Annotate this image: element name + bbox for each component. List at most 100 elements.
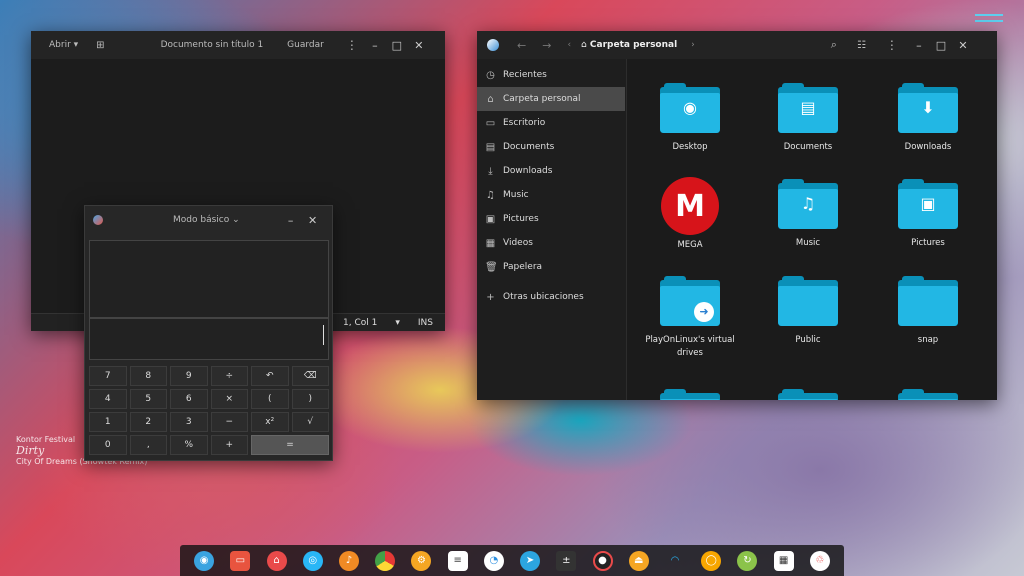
calculator-icon[interactable]: ± <box>556 550 577 571</box>
calculator-window: Modo básico ⌄ – ✕ 7 8 9 ÷ ↶ ⌫ 4 5 6 × ( … <box>84 205 333 461</box>
breadcrumb-right-icon[interactable]: › <box>691 40 695 50</box>
folder-item-desktop[interactable]: ◉ Desktop <box>635 83 745 154</box>
key-1[interactable]: 1 <box>89 412 127 432</box>
key-5[interactable]: 5 <box>129 389 167 409</box>
folder-item-partial[interactable] <box>753 389 863 400</box>
close-icon[interactable]: ✕ <box>952 39 974 52</box>
view-options-icon[interactable]: ☷ <box>857 40 866 51</box>
key-7[interactable]: 7 <box>89 366 127 386</box>
sidebar-item-home[interactable]: ⌂ Carpeta personal <box>477 87 625 111</box>
sidebar-item-documents[interactable]: ▤ Documents <box>477 135 626 159</box>
sidebar-item-papelera[interactable]: 🗑 Papelera <box>477 255 626 279</box>
browser-icon[interactable]: ◯ <box>701 550 722 571</box>
folder-item-partial[interactable] <box>635 389 745 400</box>
calendar-icon[interactable]: ▦ <box>773 550 794 571</box>
key-plus[interactable]: + <box>210 435 248 455</box>
cursor-position[interactable]: 1, Col 1 <box>343 318 377 328</box>
key-close-paren[interactable]: ) <box>291 389 329 409</box>
files-titlebar: ← → ‹ ⌂ Carpeta personal › ⌕ ☷ ⋮ – □ ✕ <box>477 31 997 59</box>
key-equals[interactable]: = <box>251 435 329 455</box>
folder-item-snap[interactable]: snap <box>873 276 983 347</box>
key-percent[interactable]: % <box>170 435 208 455</box>
open-button[interactable]: Abrir ▾ <box>49 40 78 50</box>
breadcrumb-left-icon[interactable]: ‹ <box>567 40 571 50</box>
key-sqrt[interactable]: √ <box>291 412 329 432</box>
music-icon: ♫ <box>486 189 495 201</box>
key-minus[interactable]: − <box>210 412 248 432</box>
software-center-icon[interactable]: ⚙ <box>411 550 432 571</box>
chrome-icon[interactable] <box>375 550 396 571</box>
chevron-down-icon[interactable]: ▾ <box>395 318 400 328</box>
key-4[interactable]: 4 <box>89 389 127 409</box>
telegram-icon[interactable]: ➤ <box>520 550 541 571</box>
editor-titlebar: Abrir ▾ ⊞ Documento sin título 1 Guardar… <box>31 31 445 59</box>
app-store-icon[interactable]: ⌂ <box>266 550 287 571</box>
insert-mode[interactable]: INS <box>418 318 433 328</box>
sidebar-item-escritorio[interactable]: ▭ Escritorio <box>477 111 626 135</box>
plus-icon: + <box>486 291 495 303</box>
folder-item-documents[interactable]: ▤ Documents <box>753 83 863 154</box>
new-document-icon[interactable]: ⊞ <box>96 40 104 51</box>
close-icon[interactable]: ✕ <box>302 214 324 227</box>
sidebar-item-music[interactable]: ♫ Music <box>477 183 626 207</box>
key-square[interactable]: x² <box>251 412 289 432</box>
folder-item-mega[interactable]: M MEGA <box>635 177 745 252</box>
save-button[interactable]: Guardar <box>287 40 324 50</box>
key-3[interactable]: 3 <box>170 412 208 432</box>
sidebar-item-pictures[interactable]: ▣ Pictures <box>477 207 626 231</box>
close-icon[interactable]: ✕ <box>408 39 430 52</box>
mode-selector[interactable]: Modo básico ⌄ <box>173 215 240 225</box>
update-icon[interactable]: ↻ <box>737 550 758 571</box>
key-2[interactable]: 2 <box>129 412 167 432</box>
minimize-icon[interactable]: – <box>280 214 302 227</box>
minimize-icon[interactable]: – <box>908 39 930 52</box>
key-divide[interactable]: ÷ <box>210 366 248 386</box>
input-display[interactable] <box>89 318 329 360</box>
clock-icon[interactable]: ◔ <box>483 550 504 571</box>
trash-icon[interactable]: ♲ <box>809 550 830 571</box>
key-multiply[interactable]: × <box>210 389 248 409</box>
folder-icon <box>660 389 720 400</box>
wifi-icon[interactable]: ◠ <box>665 551 685 571</box>
key-0[interactable]: 0 <box>89 435 127 455</box>
sidebar-item-label: Papelera <box>503 262 543 272</box>
settings-icon[interactable]: ◎ <box>302 550 323 571</box>
folder-item-public[interactable]: Public <box>753 276 863 347</box>
backspace-icon[interactable]: ⌫ <box>291 366 329 386</box>
maximize-icon[interactable]: □ <box>930 39 952 52</box>
key-comma[interactable]: , <box>129 435 167 455</box>
undo-icon[interactable]: ↶ <box>251 366 289 386</box>
music-player-icon[interactable]: ♪ <box>338 550 359 571</box>
multitask-icon[interactable]: ▭ <box>230 550 251 571</box>
folder-item-partial[interactable] <box>873 389 983 400</box>
breadcrumb[interactable]: ⌂ Carpeta personal <box>581 40 677 50</box>
notes-icon[interactable]: ≡ <box>447 550 468 571</box>
maximize-icon[interactable]: □ <box>386 39 408 52</box>
breadcrumb-label: Carpeta personal <box>589 40 678 50</box>
launcher-icon[interactable]: ◉ <box>194 550 215 571</box>
menu-icon[interactable]: ⋮ <box>886 38 898 52</box>
tray-indicator[interactable] <box>975 14 1003 22</box>
key-8[interactable]: 8 <box>129 366 167 386</box>
folder-item-music[interactable]: ♫ Music <box>753 179 863 250</box>
key-6[interactable]: 6 <box>170 389 208 409</box>
sidebar-item-recientes[interactable]: ◷ Recientes <box>477 63 626 87</box>
folder-item-pictures[interactable]: ▣ Pictures <box>873 179 983 250</box>
minimize-icon[interactable]: – <box>364 39 386 52</box>
key-9[interactable]: 9 <box>170 366 208 386</box>
back-icon[interactable]: ← <box>517 39 526 52</box>
sidebar-item-otras-ubicaciones[interactable]: + Otras ubicaciones <box>477 285 626 309</box>
sidebar-item-downloads[interactable]: ⤓ Downloads <box>477 159 626 183</box>
folder-item-playonlinux[interactable]: ➜ PlayOnLinux's virtual drives <box>635 276 745 360</box>
folder-item-downloads[interactable]: ⬇ Downloads <box>873 83 983 154</box>
forward-icon[interactable]: → <box>542 39 551 52</box>
search-icon[interactable]: ⌕ <box>831 38 837 52</box>
menu-icon[interactable]: ⋮ <box>346 38 358 52</box>
sidebar-item-label: Otras ubicaciones <box>503 292 584 302</box>
screen-recorder-icon[interactable]: ● <box>592 550 613 571</box>
sidebar-item-videos[interactable]: ▦ Videos <box>477 231 626 255</box>
key-open-paren[interactable]: ( <box>251 389 289 409</box>
folder-icon: ⬇ <box>898 83 958 133</box>
eject-icon[interactable]: ⏏ <box>628 550 649 571</box>
keypad: 7 8 9 ÷ ↶ ⌫ 4 5 6 × ( ) 1 2 3 − x² √ 0 ,… <box>89 366 329 455</box>
